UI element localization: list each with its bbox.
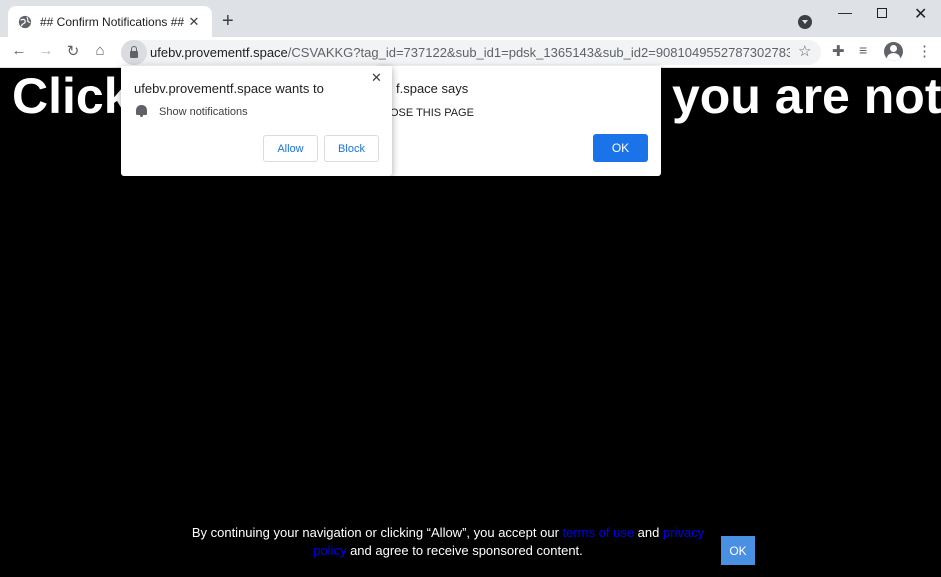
minimize-icon[interactable]: — (838, 4, 852, 20)
browser-toolbar: ← → ↻ ⌂ ufebv.provementf.space/CSVAKKG?t… (0, 37, 941, 68)
media-control-icon[interactable]: ≡ (859, 42, 867, 58)
tab-strip: ## Confirm Notifications ## ✕ + — ✕ (0, 0, 941, 37)
alert-ok-button[interactable]: OK (593, 134, 648, 162)
back-icon[interactable]: ← (10, 42, 28, 59)
lock-icon (130, 45, 138, 58)
alert-title: f.space says (396, 81, 469, 96)
url-host: ufebv.provementf.space (150, 45, 288, 60)
maximize-icon[interactable] (877, 8, 887, 18)
consent-text-after: and agree to receive sponsored content. (346, 543, 583, 558)
bookmark-star-icon[interactable]: ☆ (798, 42, 811, 60)
home-icon[interactable]: ⌂ (91, 42, 109, 59)
new-tab-icon[interactable]: + (222, 11, 234, 31)
tab-search-icon[interactable] (798, 15, 812, 29)
address-bar[interactable]: ufebv.provementf.space/CSVAKKG?tag_id=73… (121, 40, 821, 65)
consent-text: By continuing your navigation or clickin… (188, 524, 708, 560)
permission-title: ufebv.provementf.space wants to (134, 81, 324, 96)
consent-text-before: By continuing your navigation or clickin… (191, 525, 563, 540)
menu-icon[interactable]: ⋮ (917, 42, 932, 60)
permission-close-icon[interactable]: ✕ (371, 70, 382, 86)
browser-tab[interactable]: ## Confirm Notifications ## ✕ (8, 6, 212, 37)
extensions-icon[interactable]: ✚ (832, 42, 845, 60)
alert-message: OSE THIS PAGE (390, 107, 474, 119)
headline-right: you are not (672, 68, 941, 124)
consent-ok-button[interactable]: OK (721, 536, 755, 565)
consent-and: and (634, 525, 663, 540)
terms-link[interactable]: terms of use (563, 525, 635, 540)
alert-dialog: f.space says OSE THIS PAGE OK (378, 66, 661, 176)
block-button[interactable]: Block (324, 135, 379, 162)
forward-icon[interactable]: → (37, 42, 55, 59)
globe-icon (18, 15, 32, 28)
site-info-button[interactable] (121, 40, 147, 65)
url-text[interactable]: ufebv.provementf.space/CSVAKKG?tag_id=73… (150, 45, 790, 60)
profile-avatar-icon[interactable] (884, 42, 903, 61)
window-close-icon[interactable]: ✕ (914, 4, 927, 24)
tab-title: ## Confirm Notifications ## (40, 14, 185, 29)
headline-left: Click (12, 68, 132, 124)
bell-icon (136, 105, 147, 117)
reload-icon[interactable]: ↻ (64, 42, 82, 60)
permission-label: Show notifications (159, 106, 248, 118)
allow-button[interactable]: Allow (263, 135, 318, 162)
url-path: /CSVAKKG?tag_id=737122&sub_id1=pdsk_1365… (287, 45, 790, 60)
notification-permission-prompt: ufebv.provementf.space wants to ✕ Show n… (121, 66, 392, 176)
tab-close-icon[interactable]: ✕ (186, 14, 202, 30)
